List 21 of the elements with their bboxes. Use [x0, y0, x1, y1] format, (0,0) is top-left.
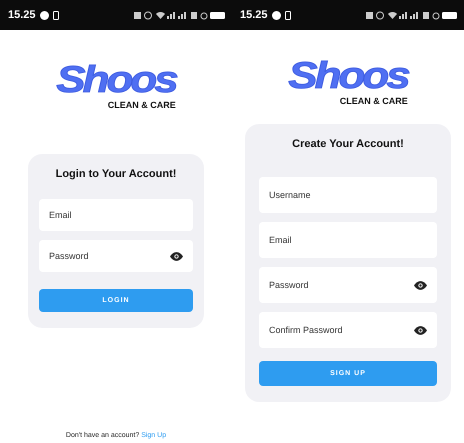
logo-tagline: CLEAN & CARE: [340, 96, 408, 106]
form-title: Login to Your Account!: [56, 168, 176, 180]
input-field[interactable]: Username: [259, 177, 437, 213]
logo-wordmark: Shoos: [56, 61, 176, 99]
status-time: 15.25: [8, 9, 36, 21]
app-notification-icon: [272, 10, 281, 20]
eye-icon[interactable]: [414, 326, 427, 334]
phone-icon: [284, 10, 291, 20]
input-field[interactable]: Password: [259, 267, 437, 303]
logo-tagline: CLEAN & CARE: [108, 100, 176, 110]
phone-icon: [52, 10, 59, 20]
eye-icon[interactable]: [414, 280, 427, 290]
input-field[interactable]: Password: [39, 240, 193, 272]
input-field[interactable]: Email: [259, 222, 437, 258]
status-time: 15.25: [240, 9, 268, 21]
form-title: Create Your Account!: [292, 138, 404, 150]
input-field[interactable]: Email: [39, 199, 193, 231]
logo-wordmark: Shoos: [288, 57, 408, 95]
input-field[interactable]: Confirm Password: [259, 312, 437, 348]
eye-icon[interactable]: [170, 252, 183, 260]
app-notification-icon: [40, 10, 49, 20]
